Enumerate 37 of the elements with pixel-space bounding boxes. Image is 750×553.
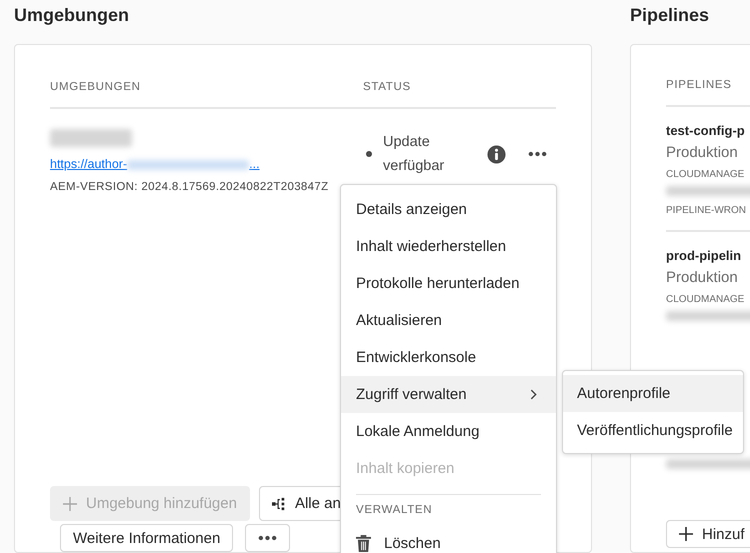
environment-link[interactable]: https://author- ... xyxy=(50,157,363,171)
column-header: STATUS xyxy=(363,81,411,93)
pipeline-name[interactable]: test-config-p xyxy=(666,123,750,138)
environment-text: Produktion xyxy=(666,269,739,286)
menu-item[interactable]: Entwicklerkonsole xyxy=(341,339,556,376)
menu-item[interactable]: Aktualisieren xyxy=(341,302,556,339)
tree-icon xyxy=(272,496,286,510)
more-icon[interactable] xyxy=(528,151,547,157)
program-text: CLOUDMANAGE xyxy=(666,294,746,305)
menu-item[interactable]: Autorenprofile xyxy=(563,375,743,412)
chevron-right-icon xyxy=(530,389,537,400)
menu-item[interactable]: Details anzeigen xyxy=(341,191,556,228)
menu-item[interactable]: Inhalt wiederherstellen xyxy=(341,228,556,265)
section-title: Pipelines xyxy=(630,4,710,27)
column-header: PIPELINES xyxy=(666,79,732,91)
status-dot-icon xyxy=(366,151,372,157)
column-header: UMGEBUNGEN xyxy=(50,81,142,93)
status-text: Update verfügbar xyxy=(383,133,446,176)
menu-item[interactable]: Protokolle herunterladen xyxy=(341,265,556,302)
more-icon xyxy=(258,535,278,541)
action-button[interactable] xyxy=(245,524,290,552)
menu-item[interactable]: Lokale Anmeldung xyxy=(341,413,556,450)
plus-icon xyxy=(63,496,77,510)
menu-item[interactable]: Löschen xyxy=(341,525,556,553)
pipeline-name[interactable]: prod-pipelin xyxy=(666,248,750,263)
add-button[interactable]: Hinzuf xyxy=(666,520,750,548)
version-text: AEM-VERSION: 2024.8.17569.20240822T203847Z xyxy=(50,181,330,193)
action-button[interactable]: Weitere Informationen xyxy=(60,524,234,552)
pipeline-error-text: PIPELINE-WRON xyxy=(666,205,748,216)
menu-item[interactable]: Zugriff verwalten xyxy=(341,376,556,413)
program-text: CLOUDMANAGE xyxy=(666,169,746,180)
plus-icon xyxy=(679,527,693,541)
environment-text: Produktion xyxy=(666,144,739,161)
section-title: Umgebungen xyxy=(14,4,130,27)
menu-section-header: VERWALTEN xyxy=(355,503,434,518)
info-icon[interactable] xyxy=(487,144,506,164)
menu-item[interactable]: Veröffentlichungsprofile xyxy=(563,412,743,449)
